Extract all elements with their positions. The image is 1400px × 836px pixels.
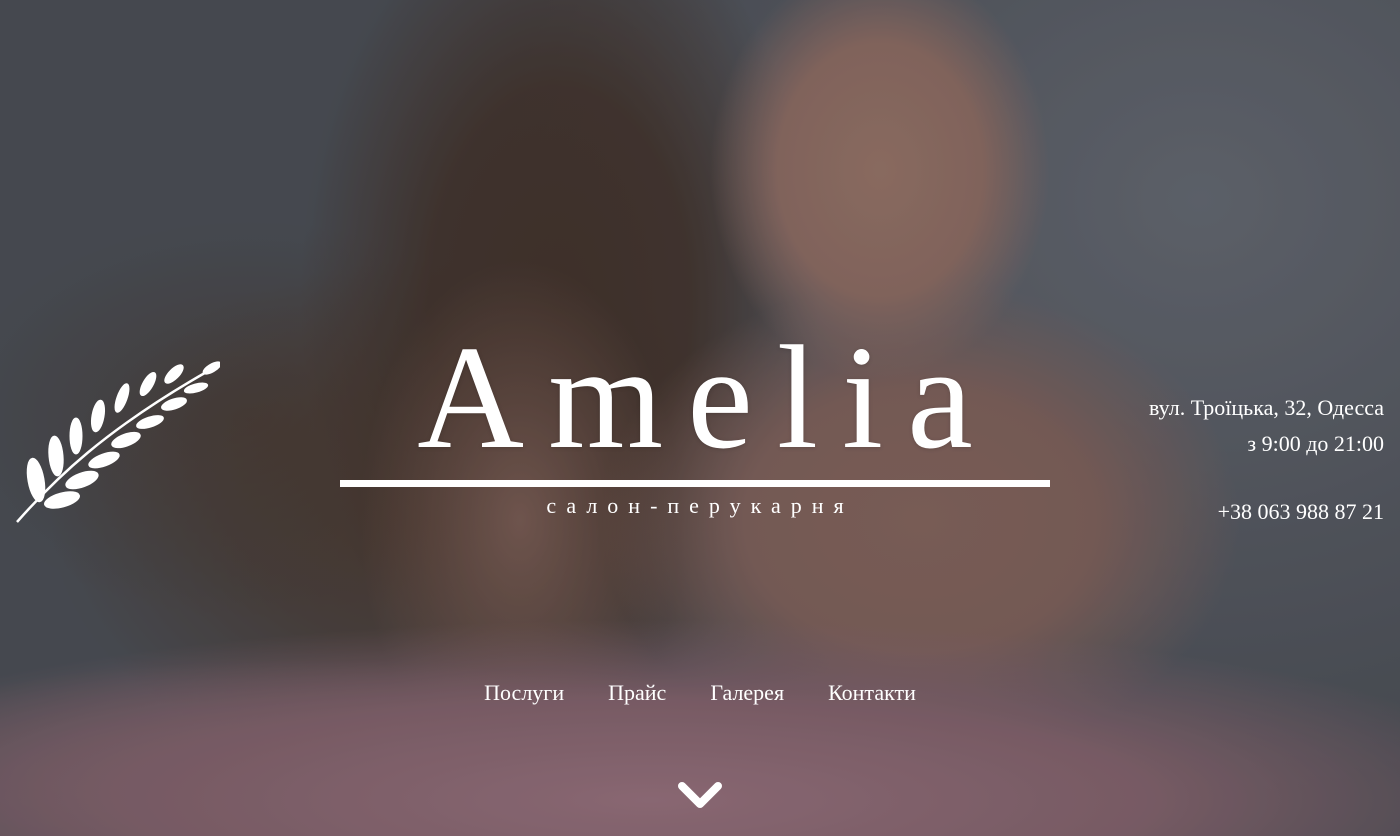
nav-item-prices[interactable]: Прайс (608, 676, 666, 710)
nav-item-services[interactable]: Послуги (484, 676, 564, 710)
chevron-down-icon[interactable] (676, 776, 724, 816)
brand-underline (340, 480, 1050, 487)
brand-tagline: салон-перукарня (546, 493, 854, 518)
main-nav: Послуги Прайс Галерея Контакти (0, 676, 1400, 710)
leaf-icon (16, 361, 220, 523)
hero-section: Amelia салон-перукарня вул. Троїцька, 32… (0, 0, 1400, 836)
brand-logo[interactable]: Amelia салон-перукарня (338, 318, 1052, 519)
nav-item-contacts[interactable]: Контакти (828, 676, 916, 710)
hours-text: з 9:00 до 21:00 (1247, 431, 1384, 456)
contact-info: вул. Троїцька, 32, Одесса з 9:00 до 21:0… (1149, 390, 1384, 530)
address-text: вул. Троїцька, 32, Одесса (1149, 395, 1384, 420)
brand-name: Amelia (417, 316, 997, 480)
nav-item-gallery[interactable]: Галерея (710, 676, 784, 710)
phone-link[interactable]: +38 063 988 87 21 (1149, 494, 1384, 530)
